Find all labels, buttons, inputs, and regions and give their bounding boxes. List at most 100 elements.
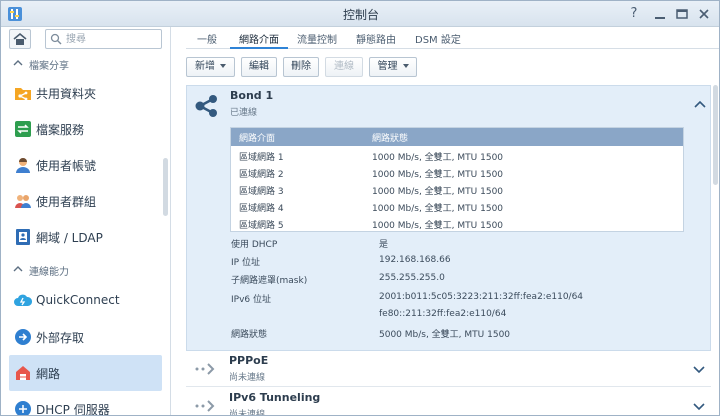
sidebar-item-label: 外部存取 bbox=[36, 331, 85, 345]
table-row[interactable]: 區域網路 2 1000 Mb/s, 全雙工, MTU 1500 bbox=[231, 164, 683, 181]
title-bar: 控制台 ? bbox=[1, 1, 719, 27]
chevron-down-icon[interactable] bbox=[693, 364, 705, 374]
bond-member-table: 網路介面 網路狀態 區域網路 1 1000 Mb/s, 全雙工, MTU 150… bbox=[230, 127, 684, 232]
member-status: 1000 Mb/s, 全雙工, MTU 1500 bbox=[372, 221, 504, 231]
active-tab-indicator bbox=[230, 47, 288, 49]
external-access-icon bbox=[15, 329, 31, 345]
prop-value-ipv6-link-local: fe80::211:32ff:fea2:e110/64 bbox=[379, 309, 507, 319]
sidebar-item-network[interactable]: 網路 bbox=[9, 355, 162, 391]
user-group-icon bbox=[15, 195, 31, 208]
control-panel-window: 控制台 ? 檔案分享 bbox=[0, 0, 720, 416]
table-row[interactable]: 區域網路 1 1000 Mb/s, 全雙工, MTU 1500 bbox=[231, 147, 683, 164]
dhcp-server-icon bbox=[15, 401, 31, 415]
disconnected-arrow-icon bbox=[195, 400, 215, 412]
delete-button[interactable]: 刪除 bbox=[283, 57, 319, 77]
prop-label-ip: IP 位址 bbox=[231, 258, 260, 268]
tab-bar: 一般 網路介面 流量控制 靜態路由 DSM 設定 bbox=[186, 27, 719, 49]
sidebar-item-label: 使用者群組 bbox=[36, 195, 97, 209]
shared-folder-icon bbox=[15, 88, 31, 101]
user-icon bbox=[16, 158, 30, 173]
member-name: 區域網路 2 bbox=[239, 170, 284, 180]
member-status: 1000 Mb/s, 全雙工, MTU 1500 bbox=[372, 204, 504, 214]
interface-card-pppoe[interactable]: PPPoE 尚未連線 bbox=[186, 351, 711, 387]
table-row[interactable]: 區域網路 4 1000 Mb/s, 全雙工, MTU 1500 bbox=[231, 198, 683, 215]
prop-label-mask: 子網路遮罩(mask) bbox=[231, 276, 308, 286]
interface-card-ipv6-tunneling[interactable]: IPv6 Tunneling 尚未連線 bbox=[186, 388, 711, 416]
interface-card-bond[interactable]: Bond 1 已連線 網路介面 網路狀態 區域網路 1 1000 Mb/s, 全… bbox=[186, 85, 711, 351]
tab-traffic-control[interactable]: 流量控制 bbox=[297, 31, 337, 46]
maximize-icon[interactable] bbox=[673, 5, 691, 23]
section-label: 連線能力 bbox=[29, 267, 69, 278]
help-icon[interactable]: ? bbox=[625, 5, 643, 23]
chevron-up-icon bbox=[13, 266, 23, 272]
minimize-icon[interactable] bbox=[651, 5, 669, 23]
column-header-status[interactable]: 網路狀態 bbox=[372, 131, 408, 144]
interface-status: 尚未連線 bbox=[229, 410, 266, 416]
member-status: 1000 Mb/s, 全雙工, MTU 1500 bbox=[372, 187, 504, 197]
search-box[interactable] bbox=[45, 29, 162, 49]
column-header-interface[interactable]: 網路介面 bbox=[239, 131, 275, 144]
file-services-icon bbox=[15, 121, 31, 137]
sidebar-item-user[interactable]: 使用者帳號 bbox=[9, 147, 162, 183]
member-status: 1000 Mb/s, 全雙工, MTU 1500 bbox=[372, 153, 504, 163]
interface-status: 尚未連線 bbox=[229, 373, 266, 383]
sidebar-scrollbar[interactable] bbox=[163, 158, 168, 216]
prop-label-network-status: 網路狀態 bbox=[231, 330, 268, 340]
table-header: 網路介面 網路狀態 bbox=[231, 128, 683, 146]
window-title: 控制台 bbox=[342, 8, 379, 22]
network-icon bbox=[16, 366, 30, 380]
section-file-sharing[interactable]: 檔案分享 bbox=[1, 52, 163, 76]
manage-button[interactable]: 管理 bbox=[369, 57, 417, 77]
search-input[interactable] bbox=[66, 31, 158, 47]
sidebar-item-quickconnect[interactable]: QuickConnect bbox=[9, 283, 162, 319]
sidebar-item-label: 網域 / LDAP bbox=[36, 231, 103, 245]
tab-network-interface[interactable]: 網路介面 bbox=[239, 31, 279, 46]
member-name: 區域網路 1 bbox=[239, 153, 284, 163]
member-name: 區域網路 5 bbox=[239, 221, 284, 231]
edit-button[interactable]: 編輯 bbox=[241, 57, 277, 77]
member-name: 區域網路 3 bbox=[239, 187, 284, 197]
create-button-label: 新增 bbox=[195, 61, 215, 72]
section-connectivity[interactable]: 連線能力 bbox=[1, 258, 163, 282]
sidebar: 檔案分享 共用資料夾 檔案服務 使用者帳號 bbox=[1, 27, 171, 416]
tab-static-route[interactable]: 靜態路由 bbox=[356, 31, 396, 46]
interface-list: Bond 1 已連線 網路介面 網路狀態 區域網路 1 1000 Mb/s, 全… bbox=[186, 85, 711, 416]
manage-button-label: 管理 bbox=[377, 61, 398, 72]
home-button[interactable] bbox=[9, 29, 31, 49]
main-scrollbar[interactable] bbox=[713, 85, 718, 185]
sidebar-item-domain-ldap[interactable]: 網域 / LDAP bbox=[9, 219, 162, 255]
create-button[interactable]: 新增 bbox=[186, 57, 235, 77]
table-row[interactable]: 區域網路 5 1000 Mb/s, 全雙工, MTU 1500 bbox=[231, 215, 683, 232]
sidebar-item-shared-folder[interactable]: 共用資料夾 bbox=[9, 75, 162, 111]
sidebar-item-label: 網路 bbox=[36, 367, 61, 381]
chevron-up-icon bbox=[13, 60, 23, 66]
tab-general[interactable]: 一般 bbox=[197, 31, 217, 46]
table-row[interactable]: 區域網路 3 1000 Mb/s, 全雙工, MTU 1500 bbox=[231, 181, 683, 198]
sidebar-item-file-services[interactable]: 檔案服務 bbox=[9, 111, 162, 147]
sidebar-item-external-access[interactable]: 外部存取 bbox=[9, 319, 162, 355]
sidebar-item-label: QuickConnect bbox=[36, 293, 120, 307]
chevron-down-icon[interactable] bbox=[693, 401, 705, 411]
interface-name: IPv6 Tunneling bbox=[229, 391, 321, 404]
member-status: 1000 Mb/s, 全雙工, MTU 1500 bbox=[372, 170, 504, 180]
caret-down-icon bbox=[220, 64, 226, 68]
section-label: 檔案分享 bbox=[29, 61, 69, 72]
sidebar-item-group[interactable]: 使用者群組 bbox=[9, 183, 162, 219]
sidebar-item-label: DHCP 伺服器 bbox=[36, 403, 110, 416]
connect-button[interactable]: 連線 bbox=[325, 57, 363, 77]
disconnected-arrow-icon bbox=[195, 363, 215, 375]
close-icon[interactable] bbox=[695, 5, 713, 23]
prop-value-network-status: 5000 Mb/s, 全雙工, MTU 1500 bbox=[379, 330, 511, 340]
interface-name: PPPoE bbox=[229, 354, 269, 367]
prop-value-mask: 255.255.255.0 bbox=[379, 273, 445, 283]
quickconnect-icon bbox=[14, 294, 32, 306]
prop-value-ipv6: 2001:b011:5c05:3223:211:32ff:fea2:e110/6… bbox=[379, 292, 584, 302]
sidebar-item-dhcp-server[interactable]: DHCP 伺服器 bbox=[9, 391, 162, 416]
prop-label-dhcp: 使用 DHCP bbox=[231, 240, 278, 250]
tab-dsm-settings[interactable]: DSM 設定 bbox=[415, 31, 461, 46]
sidebar-item-label: 檔案服務 bbox=[36, 123, 85, 137]
prop-value-dhcp: 是 bbox=[379, 240, 389, 250]
chevron-up-icon[interactable] bbox=[694, 100, 706, 110]
prop-label-ipv6: IPv6 位址 bbox=[231, 295, 271, 305]
sidebar-item-label: 使用者帳號 bbox=[36, 159, 97, 173]
